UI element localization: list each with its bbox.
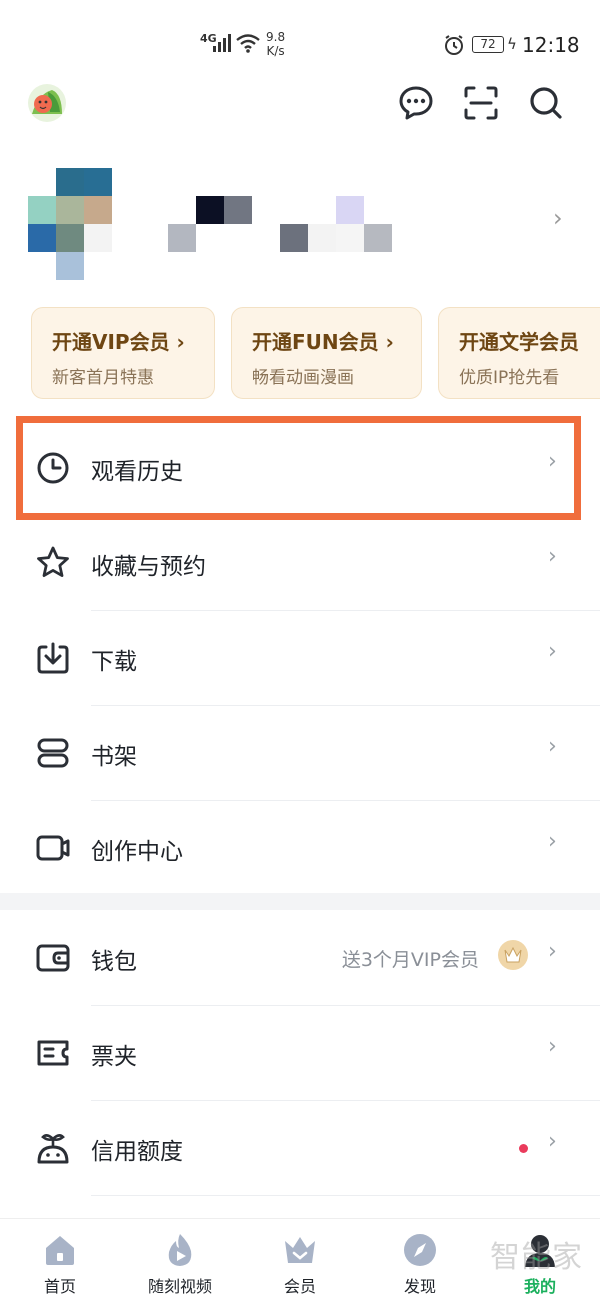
profile-mosaic — [336, 196, 364, 224]
message-icon[interactable] — [397, 84, 435, 122]
menu-label-credit: 信用额度 — [91, 1139, 183, 1165]
speed-value: 9.8 — [266, 30, 286, 44]
avatar[interactable] — [28, 84, 66, 122]
wallet-icon — [36, 944, 70, 972]
chevron-right-icon: › — [548, 1034, 557, 1059]
profile-mosaic — [224, 196, 252, 224]
nav-tab-home[interactable]: 首页 — [5, 1231, 115, 1297]
profile-mosaic — [56, 252, 84, 280]
profile-mosaic — [280, 224, 308, 252]
menu-label-favorites: 收藏与预约 — [91, 554, 206, 580]
profile-mosaic — [28, 196, 56, 224]
profile-mosaic — [308, 224, 336, 252]
menu-label-tickets: 票夹 — [91, 1044, 137, 1070]
battery-indicator: 72 — [472, 36, 504, 53]
vip-card-title: 开通FUN会员 › — [252, 330, 394, 354]
crown-icon — [285, 1237, 315, 1263]
section-separator — [0, 893, 600, 910]
menu-item-credit[interactable]: 信用额度 › — [0, 1101, 600, 1196]
alarm-icon — [445, 35, 463, 55]
chevron-right-icon: › — [548, 939, 557, 964]
vip-card-title: 开通文学会员 — [459, 330, 579, 354]
profile-mosaic — [168, 224, 196, 252]
profile-mosaic — [56, 196, 84, 224]
vip-card-fun[interactable]: 开通FUN会员 › 畅看动画漫画 — [231, 307, 422, 399]
wallet-promo-text: 送3个月VIP会员 — [341, 949, 479, 971]
nav-label-vip: 会员 — [283, 1277, 316, 1296]
profile-mosaic — [84, 168, 112, 196]
chevron-right-icon: › — [548, 544, 557, 569]
nav-tab-video[interactable]: 随刻视频 — [125, 1231, 235, 1297]
menu-label-download: 下载 — [91, 649, 137, 675]
ticket-icon — [37, 1040, 69, 1066]
profile-mosaic — [84, 224, 112, 252]
home-icon — [46, 1236, 74, 1265]
divider — [91, 1195, 600, 1196]
profile-mosaic — [196, 196, 224, 224]
chevron-right-icon: › — [548, 639, 557, 664]
profile-chevron-icon: › — [553, 204, 563, 232]
nav-label-home: 首页 — [43, 1277, 76, 1296]
clock: 12:18 — [522, 33, 580, 57]
profile-mosaic — [56, 168, 84, 196]
menu-label-wallet: 钱包 — [91, 949, 137, 975]
menu-item-wallet[interactable]: 钱包 送3个月VIP会员 › — [0, 911, 600, 1006]
menu-item-favorites[interactable]: 收藏与预约 › — [0, 516, 600, 611]
nav-label-discover: 发现 — [403, 1277, 436, 1296]
menu-item-creation[interactable]: 创作中心 › — [0, 801, 600, 896]
nav-tab-discover[interactable]: 发现 — [365, 1231, 475, 1297]
profile-mosaic — [364, 224, 392, 252]
compass-icon — [404, 1234, 436, 1266]
signal-icon — [213, 34, 231, 52]
menu-label-creation: 创作中心 — [91, 839, 183, 865]
vip-crown-icon — [498, 940, 528, 970]
network-speed: 9.8 K/s — [266, 30, 285, 58]
vip-card-subtitle: 新客首月特惠 — [52, 368, 154, 388]
speed-unit: K/s — [266, 44, 285, 58]
star-icon — [37, 546, 69, 577]
search-icon[interactable] — [527, 84, 565, 122]
avatar-image — [32, 90, 62, 114]
profile-mosaic — [56, 224, 84, 252]
charging-icon: ϟ — [507, 35, 517, 53]
vip-card-title: 开通VIP会员 › — [52, 330, 185, 354]
chevron-right-icon: › — [548, 734, 557, 759]
profile-mosaic — [84, 196, 112, 224]
video-camera-icon — [36, 835, 70, 861]
chevron-right-icon: › — [548, 829, 557, 854]
watermark-text: 智能家 — [490, 1240, 583, 1275]
vip-card-subtitle: 优质IP抢先看 — [459, 368, 560, 388]
flame-icon — [168, 1234, 192, 1266]
wifi-icon — [236, 34, 260, 53]
profile-mosaic — [336, 224, 364, 252]
nav-label-video: 随刻视频 — [147, 1277, 212, 1296]
nav-tab-vip[interactable]: 会员 — [245, 1231, 355, 1297]
menu-label-bookshelf: 书架 — [91, 744, 137, 770]
notification-dot — [519, 1144, 528, 1153]
menu-item-tickets[interactable]: 票夹 › — [0, 1006, 600, 1101]
menu-item-download[interactable]: 下载 › — [0, 611, 600, 706]
nav-label-mine: 我的 — [523, 1277, 556, 1296]
vip-card-vip[interactable]: 开通VIP会员 › 新客首月特惠 — [31, 307, 215, 399]
highlight-annotation — [16, 416, 581, 520]
vip-card-subtitle: 畅看动画漫画 — [252, 368, 354, 388]
bookshelf-icon — [37, 738, 69, 768]
download-icon — [37, 642, 69, 674]
chevron-right-icon: › — [548, 1129, 557, 1154]
status-bar: 4G 9.8 K/s 72 ϟ 12:18 — [0, 0, 600, 90]
credit-icon — [37, 1134, 69, 1164]
profile-mosaic — [28, 224, 56, 252]
menu-item-bookshelf[interactable]: 书架 › — [0, 706, 600, 801]
vip-card-literature[interactable]: 开通文学会员 优质IP抢先看 — [438, 307, 600, 399]
scan-icon[interactable] — [462, 84, 500, 122]
